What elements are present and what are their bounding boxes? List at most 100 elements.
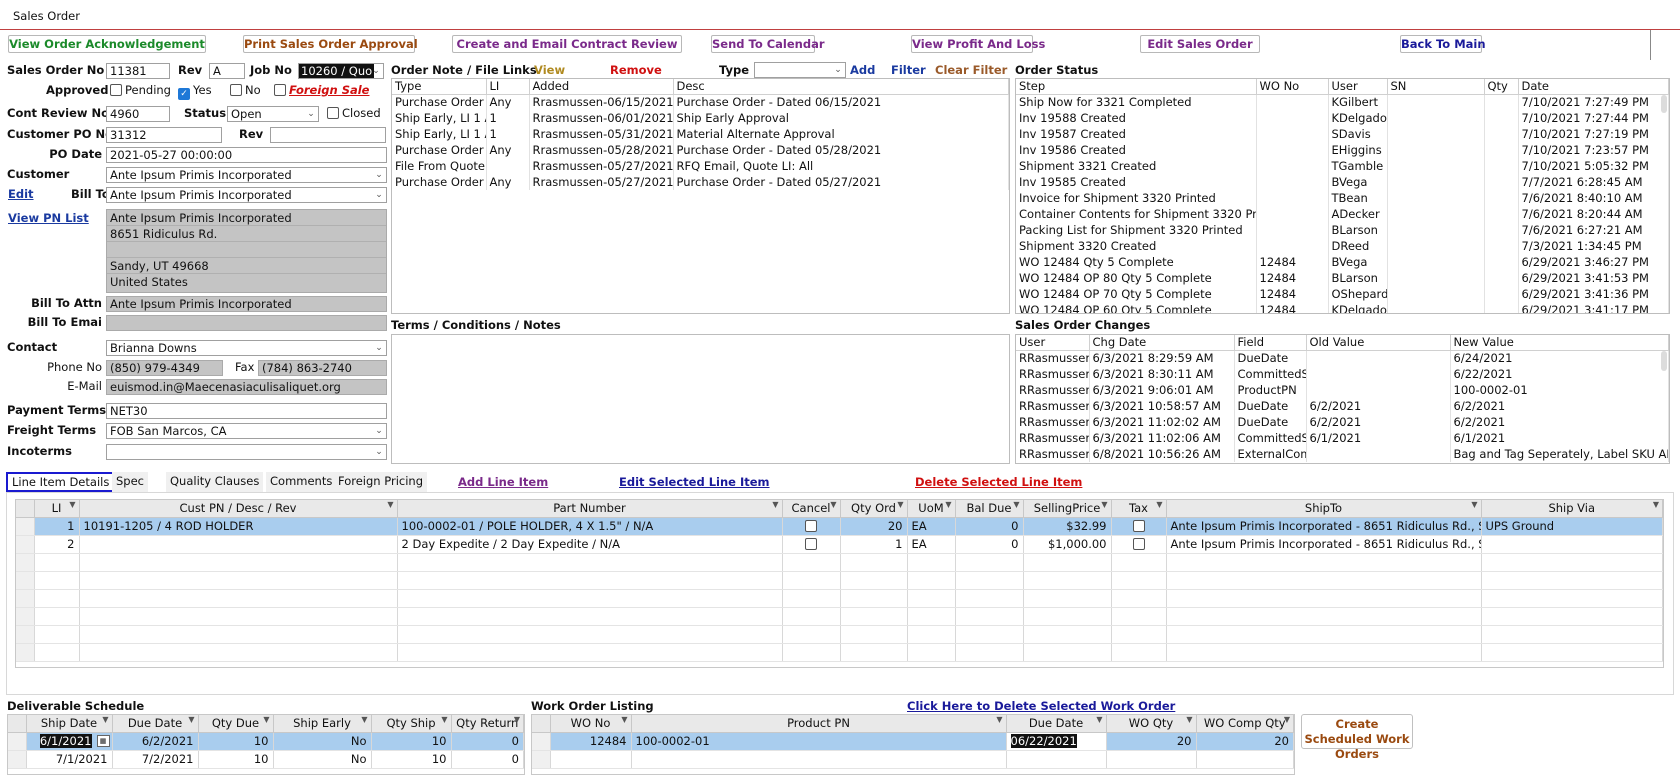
column-header[interactable]: Field xyxy=(1234,335,1307,351)
column-header[interactable]: Ship Date ▼ xyxy=(26,715,113,733)
row-selector[interactable] xyxy=(16,535,35,554)
list-row[interactable]: WO 12484 OP 70 Qty 5 Complete 12484 OShepa… xyxy=(1016,286,1669,302)
sort-arrow-icon[interactable]: ▼ xyxy=(830,500,836,509)
sort-arrow-icon[interactable]: ▼ xyxy=(897,500,903,509)
notes-list[interactable]: Type LI Added Desc Purchase Order Any Rrasmus… xyxy=(391,78,1010,314)
sort-arrow-icon[interactable]: ▼ xyxy=(361,715,367,724)
print-approval-button[interactable]: Print Sales Order Approval xyxy=(243,35,418,53)
list-row[interactable]: Inv 19586 Created EHiggins 7/10/2021 7:23:… xyxy=(1016,142,1669,158)
column-header[interactable]: WO Qty ▼ xyxy=(1106,715,1197,733)
list-row[interactable]: Purchase Order Any Rrasmussen-05/27/2021 Pu… xyxy=(392,174,1009,190)
notes-add-link[interactable]: Add xyxy=(850,63,875,77)
incoterms-select[interactable]: ⌄ xyxy=(106,444,387,460)
column-header[interactable]: SN xyxy=(1387,79,1485,95)
due-date-cell[interactable]: 06/22/2021 xyxy=(1006,732,1107,751)
list-row[interactable]: Shipment 3321 Created TGamble 7/10/2021 5:… xyxy=(1016,158,1669,174)
list-row[interactable]: RRasmusser 6/3/2021 9:06:01 AM ProductPN 10… xyxy=(1016,382,1669,398)
create-scheduled-wo-button[interactable]: Create Scheduled Work Orders xyxy=(1301,714,1413,761)
sort-arrow-icon[interactable]: ▼ xyxy=(996,715,1002,724)
list-row[interactable]: File From Quote Rrasmussen-05/27/2021 RFQ … xyxy=(392,158,1009,174)
list-row[interactable]: WO 12484 OP 80 Qty 5 Complete 12484 BLarso… xyxy=(1016,270,1669,286)
deliverable-grid[interactable]: Ship Date ▼ Due Date ▼ Qty Due ▼ Ship Early ▼ Qt… xyxy=(7,714,525,775)
row-selector[interactable] xyxy=(8,732,27,751)
notes-remove-link[interactable]: Remove xyxy=(610,63,662,77)
list-row[interactable]: Purchase Order Any Rrasmussen-05/28/2021 Pu… xyxy=(392,142,1009,158)
sort-arrow-icon[interactable]: ▼ xyxy=(772,500,778,509)
bill-to-select[interactable]: Ante Ipsum Primis Incorporated ⌄ xyxy=(106,187,387,203)
list-row[interactable]: Shipment 3320 Created DReed 7/3/2021 1:34:… xyxy=(1016,238,1669,254)
edit-so-button[interactable]: Edit Sales Order xyxy=(1140,35,1260,53)
column-header[interactable]: WO Comp Qty ▼ xyxy=(1196,715,1294,733)
sort-arrow-icon[interactable]: ▼ xyxy=(1471,500,1477,509)
column-header[interactable]: WO No xyxy=(1256,79,1329,95)
notes-type-select[interactable]: ⌄ xyxy=(754,62,846,78)
column-header[interactable]: Qty xyxy=(1484,79,1519,95)
column-header[interactable]: Tax ▼ xyxy=(1111,500,1167,518)
rev-field[interactable]: A xyxy=(209,63,245,79)
tab-spec[interactable]: Spec xyxy=(112,472,148,492)
cust-rev-field[interactable] xyxy=(270,127,386,143)
list-row[interactable]: Invoice for Shipment 3320 Printed TBean 7/… xyxy=(1016,190,1669,206)
column-header[interactable]: Product PN ▼ xyxy=(631,715,1007,733)
column-header[interactable]: User xyxy=(1016,335,1090,351)
fax-field[interactable]: (784) 863-2740 xyxy=(258,360,387,376)
back-main-button[interactable]: Back To Main xyxy=(1400,35,1486,53)
sort-arrow-icon[interactable]: ▼ xyxy=(1653,500,1659,509)
list-row[interactable]: Inv 19588 Created KDelgado 7/10/2021 7:27:… xyxy=(1016,110,1669,126)
column-header[interactable]: Part Number ▼ xyxy=(397,500,783,518)
list-row[interactable]: RRasmusser 6/8/2021 10:56:26 AM ExternalCo… xyxy=(1016,446,1669,462)
tab-foreign-pricing[interactable]: Foreign Pricing xyxy=(334,472,427,492)
column-header[interactable]: Cancel ▼ xyxy=(782,500,841,518)
po-date-field[interactable]: 2021-05-27 00:00:00 xyxy=(106,147,387,163)
list-row[interactable]: RRasmusser 6/3/2021 10:58:57 AM DueDate 6/2… xyxy=(1016,398,1669,414)
tab-comments[interactable]: Comments xyxy=(266,472,337,492)
contact-select[interactable]: Brianna Downs ⌄ xyxy=(106,340,387,356)
sort-arrow-icon[interactable]: ▼ xyxy=(1101,500,1107,509)
tax-checkbox[interactable] xyxy=(1111,517,1167,536)
list-row[interactable]: Packing List for Shipment 3320 Printed BL… xyxy=(1016,222,1669,238)
edit-customer-link[interactable]: Edit xyxy=(8,187,34,201)
column-header[interactable]: LI ▼ xyxy=(34,500,80,518)
table-row[interactable]: 1 10191-1205 / 4 ROD HOLDER 100-0002-01 / … xyxy=(16,517,1663,536)
sort-arrow-icon[interactable]: ▼ xyxy=(621,715,627,724)
sort-arrow-icon[interactable]: ▼ xyxy=(1013,500,1019,509)
payment-field[interactable]: NET30 xyxy=(106,403,387,419)
column-header[interactable]: UoM ▼ xyxy=(907,500,956,518)
column-header[interactable]: Ship Via ▼ xyxy=(1481,500,1663,518)
column-header[interactable]: User xyxy=(1328,79,1388,95)
sort-arrow-icon[interactable]: ▼ xyxy=(387,500,393,509)
list-row[interactable]: Inv 19587 Created SDavis 7/10/2021 7:27:19… xyxy=(1016,126,1669,142)
list-row[interactable]: Inv 19585 Created BVega 7/7/2021 6:28:45 A… xyxy=(1016,174,1669,190)
sort-arrow-icon[interactable]: ▼ xyxy=(1186,715,1192,724)
calendar-icon[interactable]: ▦ xyxy=(96,734,110,747)
cont-review-field[interactable]: 4960 xyxy=(106,106,170,122)
column-header[interactable]: Qty Return ▼ xyxy=(451,715,524,733)
notes-view-link[interactable]: View xyxy=(534,63,565,77)
edit-line-item-link[interactable]: Edit Selected Line Item xyxy=(619,475,770,489)
so-changes-list[interactable]: User Chg Date Field Old Value New Value RRas… xyxy=(1015,334,1670,464)
status-scrollbar[interactable] xyxy=(1661,95,1667,113)
column-header[interactable]: Qty Ord ▼ xyxy=(840,500,908,518)
list-row[interactable]: WO 12484 Qty 5 Complete 12484 BVega 6/29/20… xyxy=(1016,254,1669,270)
sort-arrow-icon[interactable]: ▼ xyxy=(514,715,520,724)
sort-arrow-icon[interactable]: ▼ xyxy=(441,715,447,724)
send-calendar-button[interactable]: Send To Calendar xyxy=(711,35,825,53)
column-header[interactable]: Qty Ship ▼ xyxy=(371,715,452,733)
sort-arrow-icon[interactable]: ▼ xyxy=(188,715,194,724)
column-header[interactable]: Ship Early ▼ xyxy=(273,715,372,733)
tab-quality-clauses[interactable]: Quality Clauses xyxy=(166,472,264,492)
order-status-list[interactable]: Step WO No User SN Qty Date Ship Now for 3321… xyxy=(1015,78,1670,314)
freight-select[interactable]: FOB San Marcos, CA ⌄ xyxy=(106,423,387,439)
sort-arrow-icon[interactable]: ▼ xyxy=(102,715,108,724)
status-select[interactable]: Open ⌄ xyxy=(227,106,319,122)
row-selector[interactable] xyxy=(532,732,551,751)
column-header[interactable]: Type xyxy=(392,79,487,95)
terms-textarea[interactable] xyxy=(391,334,1010,464)
notes-filter-link[interactable]: Filter xyxy=(891,63,926,77)
column-header[interactable]: Due Date ▼ xyxy=(112,715,199,733)
contract-review-button[interactable]: Create and Email Contract Review xyxy=(452,35,682,53)
sort-arrow-icon[interactable]: ▼ xyxy=(69,500,75,509)
list-row[interactable]: RRasmusser 6/3/2021 8:30:11 AM CommittedSl… xyxy=(1016,366,1669,382)
list-row[interactable]: RRasmusser 6/3/2021 8:29:59 AM DueDate 6/24… xyxy=(1016,350,1669,366)
table-row[interactable]: 7/1/2021 7/2/2021 10 No 10 0 xyxy=(8,750,524,769)
